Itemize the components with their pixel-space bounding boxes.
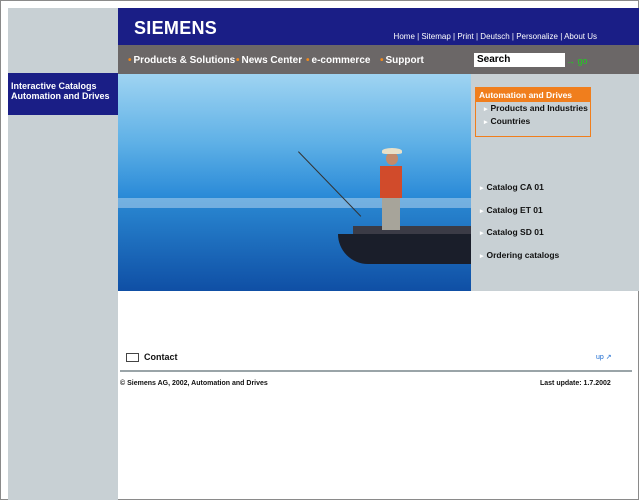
sidebar-title-line1: Interactive Catalogs	[11, 81, 97, 91]
fisherman-body	[380, 166, 402, 198]
sidebar-title-box[interactable]: Interactive Catalogs Automation and Driv…	[8, 73, 118, 115]
search-input[interactable]: Search	[474, 53, 565, 67]
fisherman-hat	[382, 148, 402, 154]
horizon	[118, 198, 471, 208]
bullet-icon: •	[236, 55, 240, 66]
automation-menu: Automation and Drives ▸ Products and Indu…	[475, 87, 591, 137]
go-button[interactable]: → go	[566, 56, 588, 66]
footer-divider	[120, 370, 632, 372]
arrow-right-icon: ▸	[484, 119, 488, 126]
arrow-right-icon: ▸	[480, 185, 484, 192]
menu-item-label: Countries	[490, 116, 531, 126]
catalog-ca01-link[interactable]: ▸ Catalog CA 01	[480, 182, 544, 192]
contact-label: Contact	[144, 352, 178, 362]
header-links: Home | Sitemap | Print | Deutsch | Perso…	[393, 32, 597, 41]
arrow-right-icon: ▸	[484, 106, 488, 113]
bullet-icon: •	[380, 55, 384, 66]
copyright-text: © Siemens AG, 2002, Automation and Drive…	[120, 380, 268, 387]
catalog-label: Catalog ET 01	[486, 205, 543, 215]
nav-label: News Center	[241, 55, 303, 66]
nav-label: Products & Solutions	[133, 55, 236, 66]
bullet-icon: •	[306, 55, 310, 66]
link-personalize[interactable]: Personalize	[516, 32, 558, 41]
nav-products-solutions[interactable]: • Products & Solutions	[128, 55, 235, 66]
arrow-right-icon: ▸	[480, 230, 484, 237]
nav-label: e-commerce	[311, 55, 371, 66]
contact-link[interactable]: Contact	[126, 352, 178, 363]
hero-image-fishing	[118, 74, 471, 291]
go-label: go	[577, 56, 588, 66]
menu-item-products-industries[interactable]: ▸ Products and Industries	[476, 102, 590, 115]
menu-item-label: Products and Industries	[490, 103, 588, 113]
fisherman-legs	[382, 198, 400, 230]
boat-hull	[338, 234, 471, 264]
menu-item-countries[interactable]: ▸ Countries	[476, 115, 590, 128]
last-update-text: Last update: 1.7.2002	[540, 380, 611, 387]
nav-news-center[interactable]: • News Center	[236, 55, 302, 66]
nav-label: Support	[385, 55, 424, 66]
nav-support[interactable]: • Support	[380, 55, 424, 66]
sidebar-title-line2: Automation and Drives	[11, 91, 110, 101]
menu-heading[interactable]: Automation and Drives	[476, 88, 590, 102]
header-bar: SIEMENS Home | Sitemap | Print | Deutsch…	[118, 8, 639, 45]
main-nav: • Products & Solutions • News Center • e-co…	[118, 45, 639, 74]
link-about-us[interactable]: About Us	[564, 32, 597, 41]
link-print[interactable]: Print	[457, 32, 473, 41]
bullet-icon: •	[128, 55, 132, 66]
link-home[interactable]: Home	[394, 32, 415, 41]
arrow-right-icon: ▸	[480, 208, 484, 215]
nav-e-commerce[interactable]: • e-commerce	[306, 55, 370, 66]
envelope-icon	[126, 353, 139, 363]
catalog-label: Ordering catalogs	[486, 250, 560, 260]
catalog-et01-link[interactable]: ▸ Catalog ET 01	[480, 205, 543, 215]
link-deutsch[interactable]: Deutsch	[480, 32, 509, 41]
siemens-logo[interactable]: SIEMENS	[134, 18, 217, 39]
up-label: up	[596, 354, 604, 361]
catalog-sd01-link[interactable]: ▸ Catalog SD 01	[480, 227, 544, 237]
arrow-right-icon: ▸	[480, 253, 484, 260]
link-sitemap[interactable]: Sitemap	[421, 32, 450, 41]
sidebar-title: Interactive Catalogs Automation and Driv…	[8, 73, 118, 101]
catalog-label: Catalog CA 01	[486, 182, 544, 192]
ordering-catalogs-link[interactable]: ▸ Ordering catalogs	[480, 250, 559, 260]
catalog-label: Catalog SD 01	[486, 227, 544, 237]
up-link[interactable]: up ↗	[596, 353, 612, 361]
